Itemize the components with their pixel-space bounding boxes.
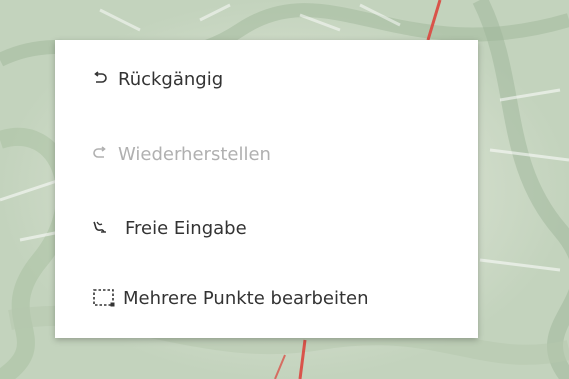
menu-item-freehand[interactable]: Freie Eingabe — [91, 210, 247, 246]
menu-item-edit-multiple-points[interactable]: Mehrere Punkte bearbeiten — [91, 280, 369, 316]
redo-icon — [91, 145, 109, 163]
freehand-route-icon — [91, 219, 109, 237]
menu-item-label: Rückgängig — [118, 68, 224, 90]
undo-icon — [91, 70, 109, 88]
menu-item-undo[interactable]: Rückgängig — [91, 61, 223, 97]
select-area-icon — [91, 288, 117, 308]
menu-item-label: Freie Eingabe — [125, 217, 247, 239]
context-menu: Rückgängig Wiederherstellen Freie Eingab… — [55, 40, 478, 338]
menu-item-label: Wiederherstellen — [118, 143, 271, 165]
menu-item-label: Mehrere Punkte bearbeiten — [123, 287, 369, 309]
menu-item-redo[interactable]: Wiederherstellen — [91, 136, 271, 172]
